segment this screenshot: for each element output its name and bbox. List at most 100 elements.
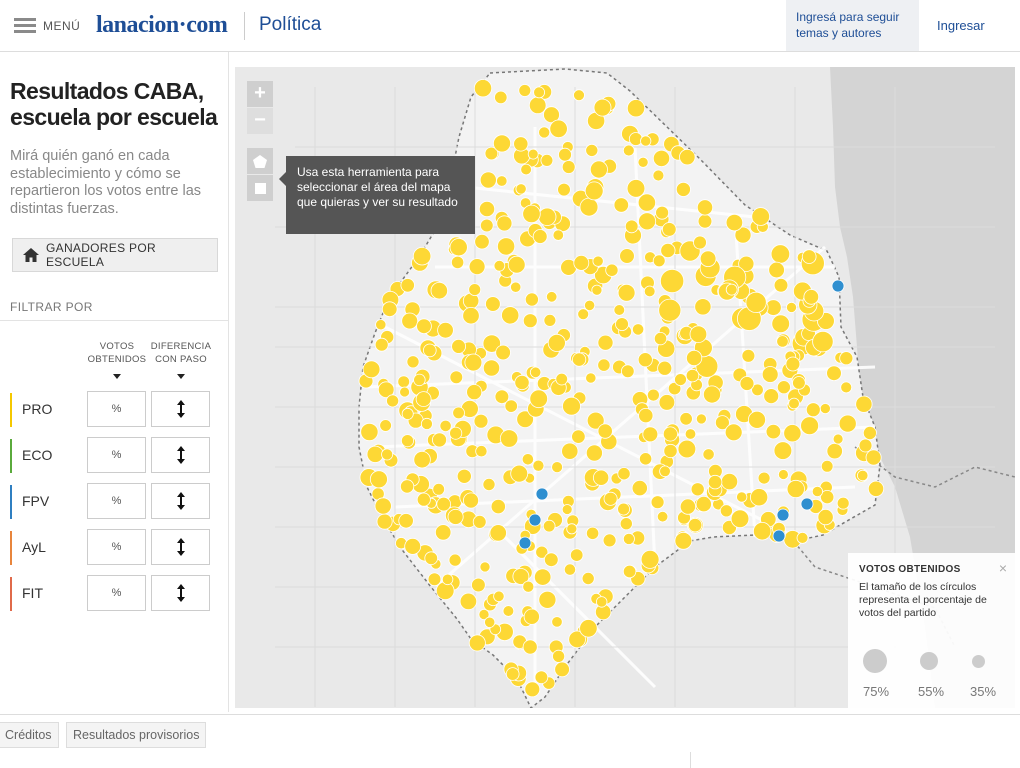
school-result-dot[interactable]: [685, 368, 700, 383]
school-result-dot[interactable]: [585, 444, 603, 462]
school-result-dot[interactable]: [836, 496, 850, 510]
school-result-dot[interactable]: [374, 497, 392, 515]
school-result-dot[interactable]: [558, 147, 572, 162]
school-result-dot[interactable]: [771, 314, 790, 334]
school-result-dot[interactable]: [659, 268, 685, 294]
school-result-dot[interactable]: [398, 513, 414, 529]
school-result-dot[interactable]: [538, 590, 557, 609]
school-result-dot[interactable]: [725, 213, 744, 232]
school-result-dot[interactable]: [702, 385, 721, 404]
school-result-dot[interactable]: [518, 536, 532, 550]
school-result-dot[interactable]: [557, 182, 571, 197]
school-result-dot[interactable]: [360, 422, 379, 442]
school-result-dot[interactable]: [640, 549, 660, 569]
school-result-dot[interactable]: [561, 504, 573, 515]
school-result-dot[interactable]: [489, 524, 507, 542]
school-result-dot[interactable]: [619, 517, 633, 531]
school-result-dot[interactable]: [591, 284, 603, 296]
school-result-dot[interactable]: [694, 298, 712, 316]
school-result-dot[interactable]: [514, 374, 530, 391]
school-result-dot[interactable]: [401, 407, 414, 420]
school-result-dot[interactable]: [584, 181, 604, 201]
school-result-dot[interactable]: [695, 413, 707, 425]
school-result-dot[interactable]: [652, 169, 665, 182]
school-result-dot[interactable]: [583, 299, 596, 311]
school-result-dot[interactable]: [522, 313, 538, 329]
school-result-dot[interactable]: [840, 381, 853, 394]
school-result-dot[interactable]: [659, 465, 671, 478]
school-result-dot[interactable]: [549, 119, 568, 139]
votes-percent-input[interactable]: %: [87, 437, 146, 473]
school-result-dot[interactable]: [679, 148, 696, 166]
school-result-dot[interactable]: [643, 285, 656, 298]
school-result-dot[interactable]: [501, 306, 520, 325]
school-result-dot[interactable]: [745, 291, 767, 313]
school-result-dot[interactable]: [657, 360, 673, 376]
school-result-dot[interactable]: [552, 649, 566, 663]
school-result-dot[interactable]: [579, 197, 599, 217]
school-result-dot[interactable]: [776, 380, 791, 395]
school-result-dot[interactable]: [552, 229, 565, 241]
school-result-dot[interactable]: [770, 244, 791, 264]
school-result-dot[interactable]: [741, 348, 756, 363]
school-result-dot[interactable]: [826, 365, 842, 382]
school-result-dot[interactable]: [534, 568, 552, 586]
school-result-dot[interactable]: [662, 426, 678, 442]
school-result-dot[interactable]: [613, 197, 630, 213]
school-result-dot[interactable]: [482, 359, 501, 377]
school-result-dot[interactable]: [622, 532, 635, 545]
school-result-dot[interactable]: [838, 414, 857, 433]
school-result-dot[interactable]: [800, 497, 814, 511]
school-result-dot[interactable]: [820, 459, 834, 473]
school-result-dot[interactable]: [524, 681, 541, 698]
school-result-dot[interactable]: [579, 619, 598, 638]
school-result-dot[interactable]: [406, 355, 420, 369]
school-result-dot[interactable]: [620, 364, 635, 379]
difference-toggle[interactable]: [151, 575, 210, 611]
school-result-dot[interactable]: [464, 353, 483, 372]
school-result-dot[interactable]: [504, 399, 518, 413]
school-result-dot[interactable]: [751, 207, 770, 226]
school-result-dot[interactable]: [485, 296, 501, 312]
school-result-dot[interactable]: [400, 278, 415, 293]
school-result-dot[interactable]: [521, 453, 534, 466]
school-result-dot[interactable]: [376, 513, 393, 530]
school-result-dot[interactable]: [502, 605, 515, 617]
school-result-dot[interactable]: [381, 301, 398, 318]
polygon-select-tool[interactable]: [247, 148, 273, 174]
school-result-dot[interactable]: [652, 254, 666, 268]
school-result-dot[interactable]: [538, 126, 551, 139]
school-result-dot[interactable]: [528, 513, 542, 527]
school-result-dot[interactable]: [597, 334, 614, 351]
school-result-dot[interactable]: [862, 425, 877, 440]
school-result-dot[interactable]: [865, 449, 882, 466]
school-result-dot[interactable]: [637, 193, 656, 212]
school-result-dot[interactable]: [362, 360, 381, 379]
school-result-dot[interactable]: [562, 396, 581, 416]
school-result-dot[interactable]: [420, 417, 433, 430]
difference-toggle[interactable]: [151, 483, 210, 519]
school-result-dot[interactable]: [626, 99, 646, 118]
school-result-dot[interactable]: [679, 412, 693, 426]
school-result-dot[interactable]: [471, 577, 486, 593]
school-result-dot[interactable]: [761, 366, 779, 383]
school-result-dot[interactable]: [675, 181, 691, 197]
school-result-dot[interactable]: [819, 403, 831, 415]
votes-percent-input[interactable]: %: [87, 575, 146, 611]
school-result-dot[interactable]: [805, 402, 821, 418]
school-result-dot[interactable]: [642, 426, 659, 443]
school-result-dot[interactable]: [724, 423, 743, 442]
school-result-dot[interactable]: [573, 254, 590, 271]
school-result-dot[interactable]: [826, 442, 843, 460]
school-result-dot[interactable]: [379, 419, 392, 432]
school-result-dot[interactable]: [415, 391, 432, 408]
school-result-dot[interactable]: [622, 144, 635, 157]
school-result-dot[interactable]: [631, 479, 648, 497]
school-result-dot[interactable]: [653, 331, 668, 346]
school-result-dot[interactable]: [812, 330, 834, 353]
school-result-dot[interactable]: [697, 214, 713, 229]
school-result-dot[interactable]: [624, 219, 639, 234]
school-result-dot[interactable]: [437, 321, 454, 339]
school-result-dot[interactable]: [449, 370, 464, 385]
school-result-dot[interactable]: [684, 428, 697, 440]
